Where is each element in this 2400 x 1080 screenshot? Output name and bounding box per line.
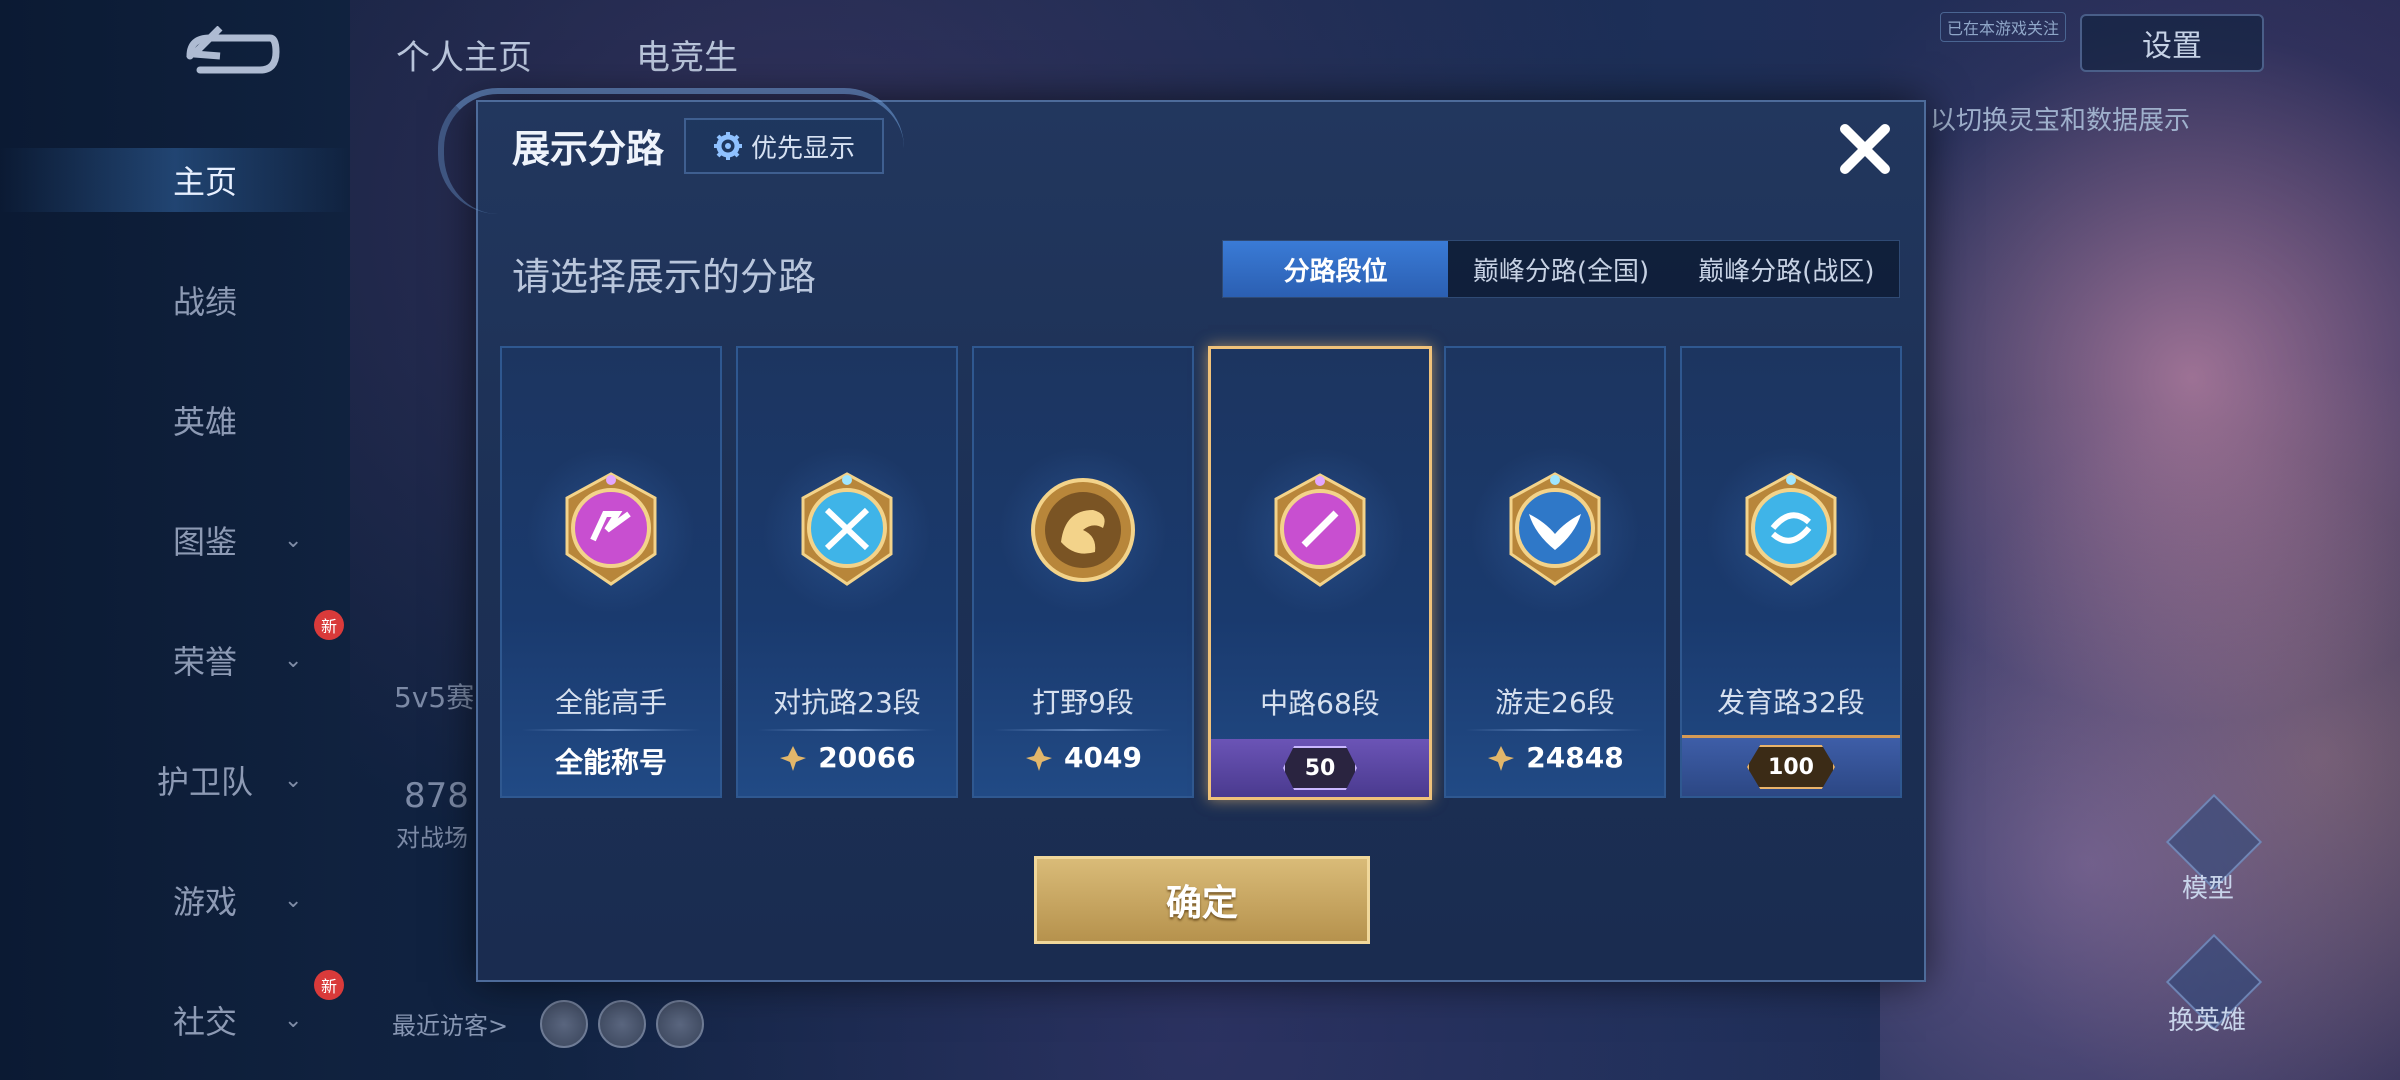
stat-label: 对战场: [396, 824, 468, 852]
divider: [994, 729, 1172, 731]
lane-card-farm[interactable]: 发育路32段 100: [1680, 346, 1902, 798]
lane-value: 全能称号: [502, 741, 720, 781]
sidebar-item-records[interactable]: 战绩: [140, 270, 340, 330]
close-icon: [1840, 124, 1890, 174]
avatar[interactable]: [540, 1000, 588, 1048]
lane-role-label: 打野9段: [1032, 686, 1134, 719]
lane-tabs: 分路段位 巅峰分路(全国) 巅峰分路(战区): [1222, 240, 1900, 298]
lane-card-mid[interactable]: 中路68段 50: [1208, 346, 1432, 800]
peak-points-value: 20066: [818, 741, 916, 774]
sidebar-item-codex[interactable]: 图鉴 ⌄: [140, 510, 340, 570]
follow-badge: 已在本游戏关注: [1940, 12, 2067, 42]
all-round-badge-icon: [565, 472, 657, 586]
priority-display-button[interactable]: 优先显示: [684, 118, 884, 174]
lane-card-roam[interactable]: 游走26段 24848: [1444, 346, 1666, 798]
peak-points-icon: [1026, 745, 1053, 771]
rank-ribbon: 50: [1211, 739, 1429, 797]
mid-lane-badge-icon: [1274, 473, 1366, 587]
rank-number-badge: 50: [1283, 746, 1357, 790]
close-button[interactable]: [1830, 114, 1900, 184]
chevron-down-icon: ⌄: [284, 887, 303, 913]
chevron-down-icon: ⌄: [284, 767, 303, 793]
divider: [758, 729, 936, 731]
peak-points-icon: [1488, 745, 1515, 771]
rank-ribbon: 100: [1682, 735, 1900, 796]
divider: [522, 729, 700, 731]
back-arrow-icon[interactable]: [180, 26, 280, 82]
mode-label: 5v5赛: [394, 681, 475, 714]
chevron-down-icon: ⌄: [284, 1007, 303, 1033]
sidebar-item-games[interactable]: 游戏 ⌄: [140, 870, 340, 930]
lane-card-jungle[interactable]: 打野9段 4049: [972, 346, 1194, 798]
new-badge: 新: [314, 970, 344, 1000]
recent-visitors-link[interactable]: 最近访客>: [392, 1006, 508, 1041]
tab-peak-national[interactable]: 巅峰分路(全国): [1448, 241, 1673, 297]
priority-button-label: 优先显示: [750, 133, 855, 164]
lane-value: 4049: [974, 741, 1192, 774]
lane-value: 20066: [738, 741, 956, 774]
hint-text: 以切换灵宝和数据展示: [1930, 106, 2191, 136]
tab-profile[interactable]: 个人主页: [396, 30, 532, 79]
tab-esports[interactable]: 电竞生: [636, 30, 738, 79]
gear-icon: [713, 132, 742, 160]
lane-role-label: 游走26段: [1495, 686, 1615, 719]
avatar[interactable]: [656, 1000, 704, 1048]
divider: [1466, 729, 1644, 731]
peak-points-icon: [780, 745, 807, 771]
tab-peak-region[interactable]: 巅峰分路(战区): [1674, 241, 1899, 297]
sidebar: 主页 战绩 英雄 图鉴 ⌄ 荣誉 ⌄ 新 护卫队 ⌄ 游戏 ⌄ 社交 ⌄ 新: [0, 0, 350, 1080]
lane-role-label: 发育路32段: [1717, 686, 1865, 719]
new-badge: 新: [314, 610, 344, 640]
chevron-down-icon: ⌄: [284, 647, 303, 673]
sidebar-item-honor[interactable]: 荣誉 ⌄: [140, 630, 340, 690]
sidebar-item-heroes[interactable]: 英雄: [140, 390, 340, 450]
lane-title-text: 全能称号: [554, 746, 667, 779]
lane-role-label: 对抗路23段: [773, 686, 921, 719]
background-hero-art: [1880, 0, 2400, 1080]
swap-hero-button-label: 换英雄: [2168, 1006, 2247, 1036]
model-button-label: 模型: [2182, 874, 2235, 904]
confirm-button[interactable]: 确定: [1034, 856, 1370, 944]
dialog-title: 展示分路: [512, 127, 665, 171]
chevron-down-icon: ⌄: [284, 527, 303, 553]
clash-lane-badge-icon: [801, 472, 893, 586]
settings-button[interactable]: 设置: [2080, 14, 2264, 72]
peak-points-value: 4049: [1064, 741, 1142, 774]
sidebar-item-home[interactable]: 主页: [140, 150, 340, 210]
lane-card-all-round[interactable]: 全能高手 全能称号: [500, 346, 722, 798]
rank-number-badge: 100: [1747, 745, 1835, 789]
avatar[interactable]: [598, 1000, 646, 1048]
sidebar-item-social[interactable]: 社交 ⌄: [140, 990, 340, 1050]
lane-display-dialog: 展示分路 优先显示 请选择展示的分路 分路段位 巅峰分路(全国) 巅峰分路(战区…: [438, 88, 1926, 982]
tab-lane-rank[interactable]: 分路段位: [1223, 241, 1449, 297]
stat-number: 878: [404, 776, 469, 816]
roam-badge-icon: [1509, 472, 1601, 586]
lane-role-label: 全能高手: [554, 686, 667, 719]
lane-role-label: 中路68段: [1260, 687, 1380, 720]
jungle-badge-icon: [1031, 478, 1135, 582]
sidebar-item-guard[interactable]: 护卫队 ⌄: [140, 750, 340, 810]
farm-lane-badge-icon: [1745, 472, 1837, 586]
peak-points-value: 24848: [1526, 741, 1624, 774]
lane-value: 24848: [1446, 741, 1664, 774]
dialog-subtitle: 请选择展示的分路: [512, 255, 817, 299]
lane-card-clash[interactable]: 对抗路23段 20066: [736, 346, 958, 798]
